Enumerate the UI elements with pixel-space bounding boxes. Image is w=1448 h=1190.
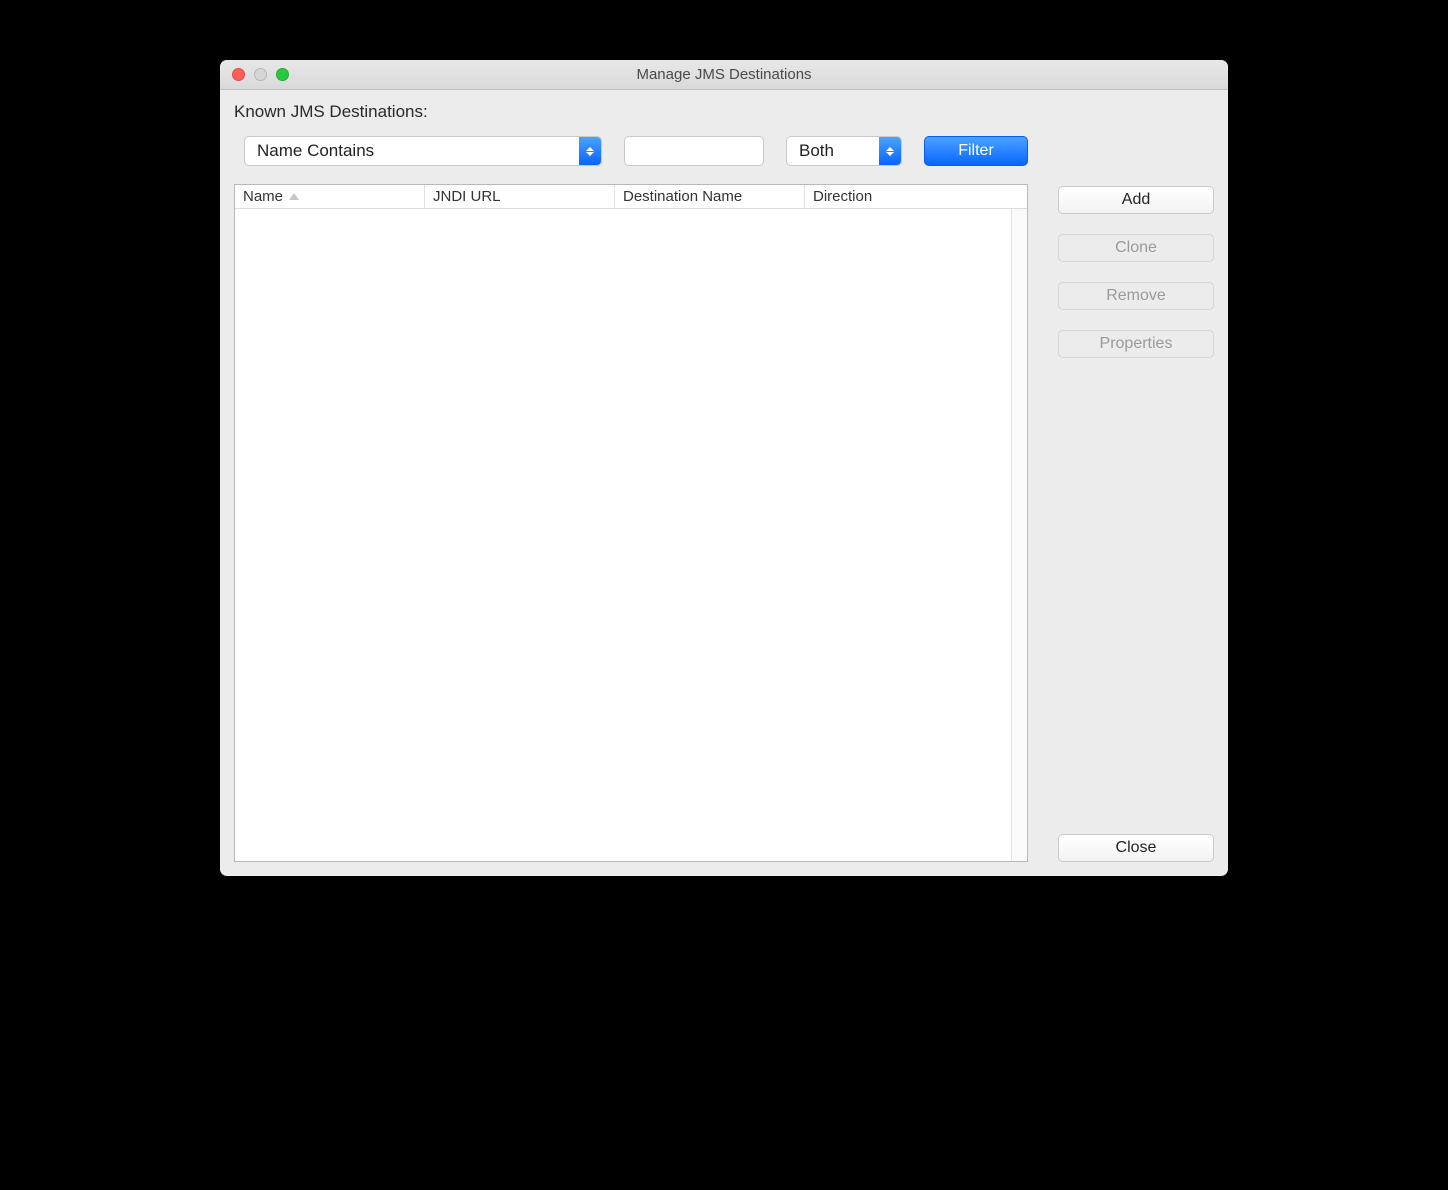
section-label: Known JMS Destinations: — [234, 102, 1214, 122]
chevron-updown-icon — [879, 137, 901, 165]
filter-direction-select[interactable]: Both — [786, 136, 902, 166]
titlebar: Manage JMS Destinations — [220, 60, 1228, 90]
table-header: Name JNDI URL Destination Name Direction — [235, 185, 1027, 209]
column-label: JNDI URL — [433, 188, 501, 205]
spacer — [1058, 378, 1214, 814]
remove-button: Remove — [1058, 282, 1214, 310]
filter-mode-value: Name Contains — [245, 137, 579, 165]
close-window-icon[interactable] — [232, 68, 245, 81]
clone-button: Clone — [1058, 234, 1214, 262]
column-header-jndi-url[interactable]: JNDI URL — [425, 185, 615, 208]
filter-button[interactable]: Filter — [924, 136, 1028, 166]
traffic-lights — [220, 68, 289, 81]
main-row: Name JNDI URL Destination Name Direction — [234, 184, 1214, 862]
column-header-direction[interactable]: Direction — [805, 185, 1027, 208]
window-title: Manage JMS Destinations — [220, 66, 1228, 83]
destinations-table: Name JNDI URL Destination Name Direction — [234, 184, 1028, 862]
content-area: Known JMS Destinations: Name Contains Bo… — [220, 90, 1228, 876]
column-label: Direction — [813, 188, 872, 205]
table-body — [235, 209, 1027, 861]
filter-row: Name Contains Both Filter — [234, 136, 1214, 166]
column-header-destination-name[interactable]: Destination Name — [615, 185, 805, 208]
column-label: Destination Name — [623, 188, 742, 205]
properties-button: Properties — [1058, 330, 1214, 358]
column-header-name[interactable]: Name — [235, 185, 425, 208]
column-label: Name — [243, 188, 283, 205]
table-scrollbar[interactable] — [1011, 209, 1027, 861]
zoom-window-icon[interactable] — [276, 68, 289, 81]
add-button[interactable]: Add — [1058, 186, 1214, 214]
close-button[interactable]: Close — [1058, 834, 1214, 862]
filter-mode-select[interactable]: Name Contains — [244, 136, 602, 166]
side-buttons: Add Clone Remove Properties Close — [1058, 184, 1214, 862]
filter-text-input[interactable] — [624, 136, 764, 166]
filter-direction-value: Both — [787, 137, 879, 165]
sort-asc-icon — [289, 193, 299, 200]
dialog-window: Manage JMS Destinations Known JMS Destin… — [220, 60, 1228, 876]
chevron-updown-icon — [579, 137, 601, 165]
minimize-window-icon — [254, 68, 267, 81]
